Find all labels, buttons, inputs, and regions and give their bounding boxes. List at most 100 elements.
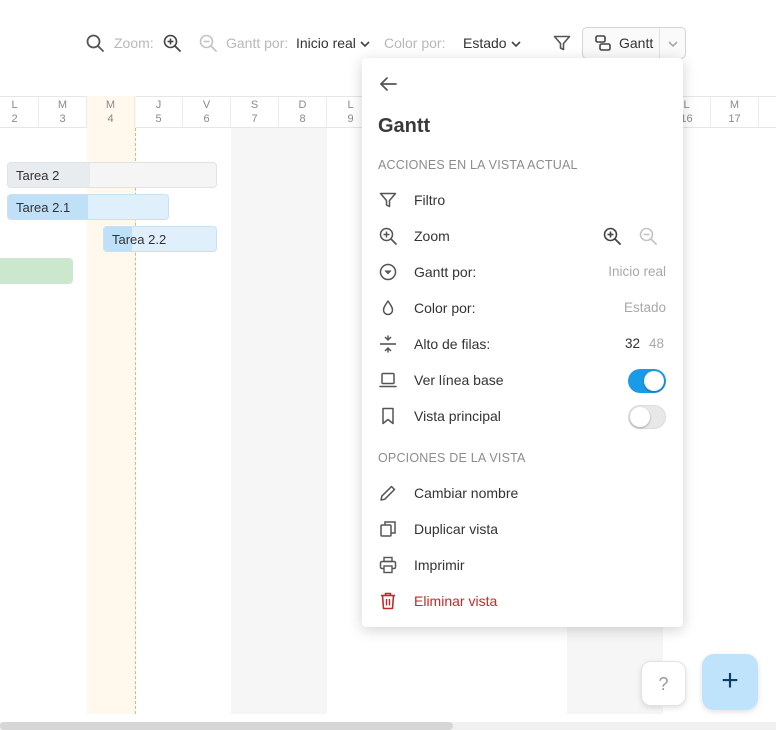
- menu-item-baseline: Ver línea base: [362, 362, 683, 398]
- menu-item-filter[interactable]: Filtro: [362, 182, 683, 218]
- gantt-by-select[interactable]: Inicio real: [296, 34, 370, 52]
- day-column-header: M 17: [711, 96, 759, 128]
- zoom-out-icon[interactable]: [638, 226, 658, 246]
- gantt-by-value: Inicio real: [296, 35, 356, 51]
- day-letter: S: [250, 99, 259, 111]
- main-view-toggle[interactable]: [628, 405, 666, 429]
- day-column-header: V6: [183, 96, 231, 128]
- trash-icon: [381, 592, 395, 610]
- day-column-header: L2: [0, 96, 39, 128]
- printer-icon: [379, 556, 397, 574]
- laptop-icon: [379, 372, 397, 388]
- add-button[interactable]: +: [702, 654, 758, 710]
- section-view-options: OPCIONES DE LA VISTA: [378, 451, 526, 465]
- zoom-in-icon[interactable]: [162, 33, 182, 53]
- weekend-column: [231, 128, 327, 714]
- day-column-header: M3: [39, 96, 87, 128]
- day-number: 4: [107, 113, 114, 125]
- menu-item-duplicate[interactable]: Duplicar vista: [362, 511, 683, 547]
- menu-item-label: Zoom: [414, 228, 450, 244]
- task-bar[interactable]: [0, 258, 73, 284]
- day-number: 3: [59, 113, 66, 125]
- day-letter: M: [729, 99, 740, 111]
- day-column-header: J5: [135, 96, 183, 128]
- menu-item-rename[interactable]: Cambiar nombre: [362, 475, 683, 511]
- day-number: 5: [155, 113, 162, 125]
- day-column-header: D8: [279, 96, 327, 128]
- day-number: 7: [251, 113, 258, 125]
- gantt-view-icon: [595, 35, 611, 51]
- drop-icon: [382, 300, 394, 316]
- view-button-divider: [659, 28, 660, 58]
- menu-item-main-view: Vista principal: [362, 398, 683, 434]
- menu-item-label: Cambiar nombre: [414, 485, 519, 501]
- menu-item-label: Imprimir: [414, 557, 465, 573]
- zoom-label: Zoom:: [114, 35, 154, 51]
- task-bar[interactable]: Tarea 2: [7, 162, 217, 188]
- menu-item-label: Filtro: [414, 192, 446, 208]
- section-current-view: ACCIONES EN LA VISTA ACTUAL: [378, 158, 578, 172]
- gantt-by-label: Gantt por:: [226, 35, 289, 51]
- menu-item-color-by[interactable]: Color por: Estado: [362, 290, 683, 326]
- menu-item-row-height: Alto de filas: 32 48: [362, 326, 683, 362]
- view-switcher-button[interactable]: Gantt: [582, 27, 686, 59]
- today-column: [87, 96, 136, 714]
- back-arrow-icon[interactable]: [378, 74, 398, 94]
- scrollbar-thumb[interactable]: [0, 722, 453, 730]
- menu-item-zoom: Zoom: [362, 218, 683, 254]
- menu-item-delete[interactable]: Eliminar vista: [362, 583, 683, 619]
- day-letter: D: [298, 99, 307, 111]
- filter-icon[interactable]: [552, 33, 572, 53]
- menu-item-print[interactable]: Imprimir: [362, 547, 683, 583]
- menu-item-label: Duplicar vista: [414, 521, 499, 537]
- day-number: 6: [203, 113, 210, 125]
- task-label: Tarea 2: [16, 168, 60, 183]
- color-by-value: Estado: [463, 35, 507, 51]
- chevron-down-icon: [511, 41, 521, 48]
- help-button[interactable]: ?: [641, 661, 686, 706]
- color-by-label: Color por:: [384, 35, 446, 51]
- menu-item-gantt-by[interactable]: Gantt por: Inicio real: [362, 254, 683, 290]
- menu-item-label: Alto de filas:: [414, 336, 491, 352]
- baseline-toggle[interactable]: [628, 369, 666, 393]
- view-button-label: Gantt: [619, 35, 654, 51]
- row-height-option-32[interactable]: 32: [625, 336, 640, 351]
- day-number: 8: [299, 113, 306, 125]
- menu-item-label: Ver línea base: [414, 372, 504, 388]
- day-letter: V: [202, 99, 211, 111]
- menu-item-label: Vista principal: [414, 408, 501, 424]
- row-height-option-48[interactable]: 48: [649, 336, 664, 351]
- day-letter: M: [105, 99, 116, 111]
- zoom-in-icon[interactable]: [602, 226, 622, 246]
- circle-chevron-down-icon: [379, 263, 397, 281]
- menu-item-value: Inicio real: [608, 264, 666, 279]
- menu-item-value: Estado: [623, 300, 666, 315]
- task-label: Tarea 2.2: [112, 232, 167, 247]
- day-letter: J: [155, 99, 162, 111]
- search-icon[interactable]: [85, 33, 105, 53]
- menu-item-label: Eliminar vista: [414, 593, 498, 609]
- day-letter: M: [57, 99, 68, 111]
- day-number: 17: [728, 113, 741, 125]
- day-column-header: S7: [231, 96, 279, 128]
- color-by-select[interactable]: Estado: [463, 34, 521, 52]
- day-column-header: M4: [87, 96, 135, 128]
- menu-title: Gantt: [378, 115, 431, 137]
- bookmark-icon: [382, 407, 394, 425]
- copy-icon: [380, 521, 396, 537]
- task-bar[interactable]: Tarea 2.1: [7, 194, 169, 220]
- zoom-icon: [379, 227, 397, 245]
- task-bar[interactable]: Tarea 2.2: [103, 226, 217, 252]
- menu-item-label: Gantt por:: [414, 264, 477, 280]
- chevron-down-icon[interactable]: [668, 40, 678, 48]
- day-letter: L: [11, 99, 18, 111]
- view-options-menu: Gantt ACCIONES EN LA VISTA ACTUAL Filtro…: [362, 58, 683, 627]
- menu-item-label: Color por:: [414, 300, 476, 316]
- pencil-icon: [380, 485, 396, 501]
- filter-icon: [379, 192, 397, 208]
- zoom-out-icon[interactable]: [198, 33, 218, 53]
- horizontal-scrollbar[interactable]: [0, 722, 776, 730]
- row-height-icon: [380, 335, 396, 353]
- toggle-knob: [630, 407, 650, 427]
- task-label: Tarea 2.1: [16, 200, 71, 215]
